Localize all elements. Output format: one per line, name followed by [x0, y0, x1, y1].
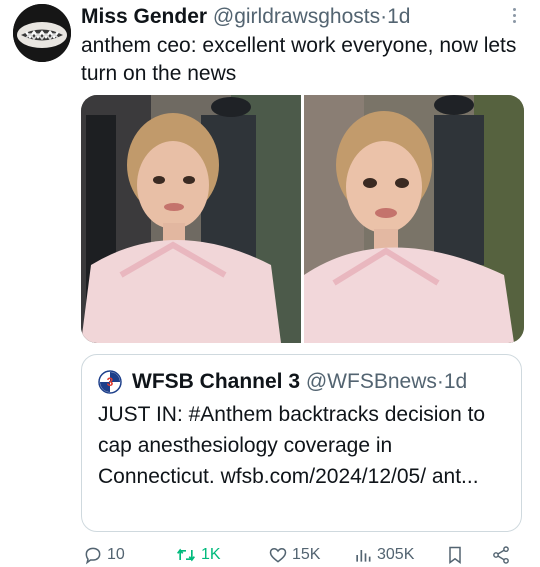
retweet-button[interactable]: 1K: [175, 543, 221, 567]
views-button[interactable]: 305K: [353, 543, 414, 567]
share-button[interactable]: [491, 543, 511, 567]
action-bar: 10 1K 15K 305K: [83, 543, 523, 567]
tweet-media[interactable]: [81, 95, 524, 343]
photo-left: [81, 95, 301, 343]
author-name[interactable]: Miss Gender: [81, 5, 207, 28]
reply-count: 10: [107, 546, 125, 563]
tweet-header: Miss Gender @girldrawsghosts·1d: [81, 4, 410, 30]
bookmark-button[interactable]: [445, 543, 465, 567]
quote-author-handle[interactable]: @WFSBnews: [306, 369, 437, 395]
reply-button[interactable]: 10: [83, 543, 125, 567]
media-image-right[interactable]: [304, 95, 524, 343]
tweet-time[interactable]: 1d: [387, 5, 410, 28]
svg-text:3: 3: [107, 375, 114, 389]
author-handle[interactable]: @girldrawsghosts: [213, 5, 380, 28]
quote-separator: ·: [436, 370, 444, 393]
media-image-left[interactable]: [81, 95, 301, 343]
tweet-text: anthem ceo: excellent work everyone, now…: [81, 34, 517, 85]
author-avatar[interactable]: [13, 4, 71, 62]
quoted-tweet[interactable]: 3 WFSB Channel 3 @WFSBnews · 1d JUST IN: #…: [81, 354, 522, 532]
quote-text: JUST IN: #Anthem backtracks decision to …: [98, 403, 486, 488]
photo-right: [304, 95, 524, 343]
like-button[interactable]: 15K: [268, 543, 320, 567]
reply-icon: [85, 547, 101, 565]
share-icon: [493, 546, 509, 564]
quote-header: 3 WFSB Channel 3 @WFSBnews · 1d: [98, 369, 467, 395]
retweet-count: 1K: [201, 546, 221, 563]
retweet-icon: [177, 548, 195, 562]
quote-time[interactable]: 1d: [444, 369, 467, 395]
like-icon: [269, 547, 287, 563]
avatar-image: [13, 4, 71, 62]
more-icon[interactable]: [512, 8, 518, 26]
like-count: 15K: [292, 546, 321, 563]
views-icon: [356, 550, 371, 562]
bookmark-icon: [449, 546, 461, 564]
wfsb-logo-icon: 3: [98, 370, 122, 394]
quote-author-name[interactable]: WFSB Channel 3: [132, 369, 300, 395]
views-count: 305K: [377, 546, 415, 563]
